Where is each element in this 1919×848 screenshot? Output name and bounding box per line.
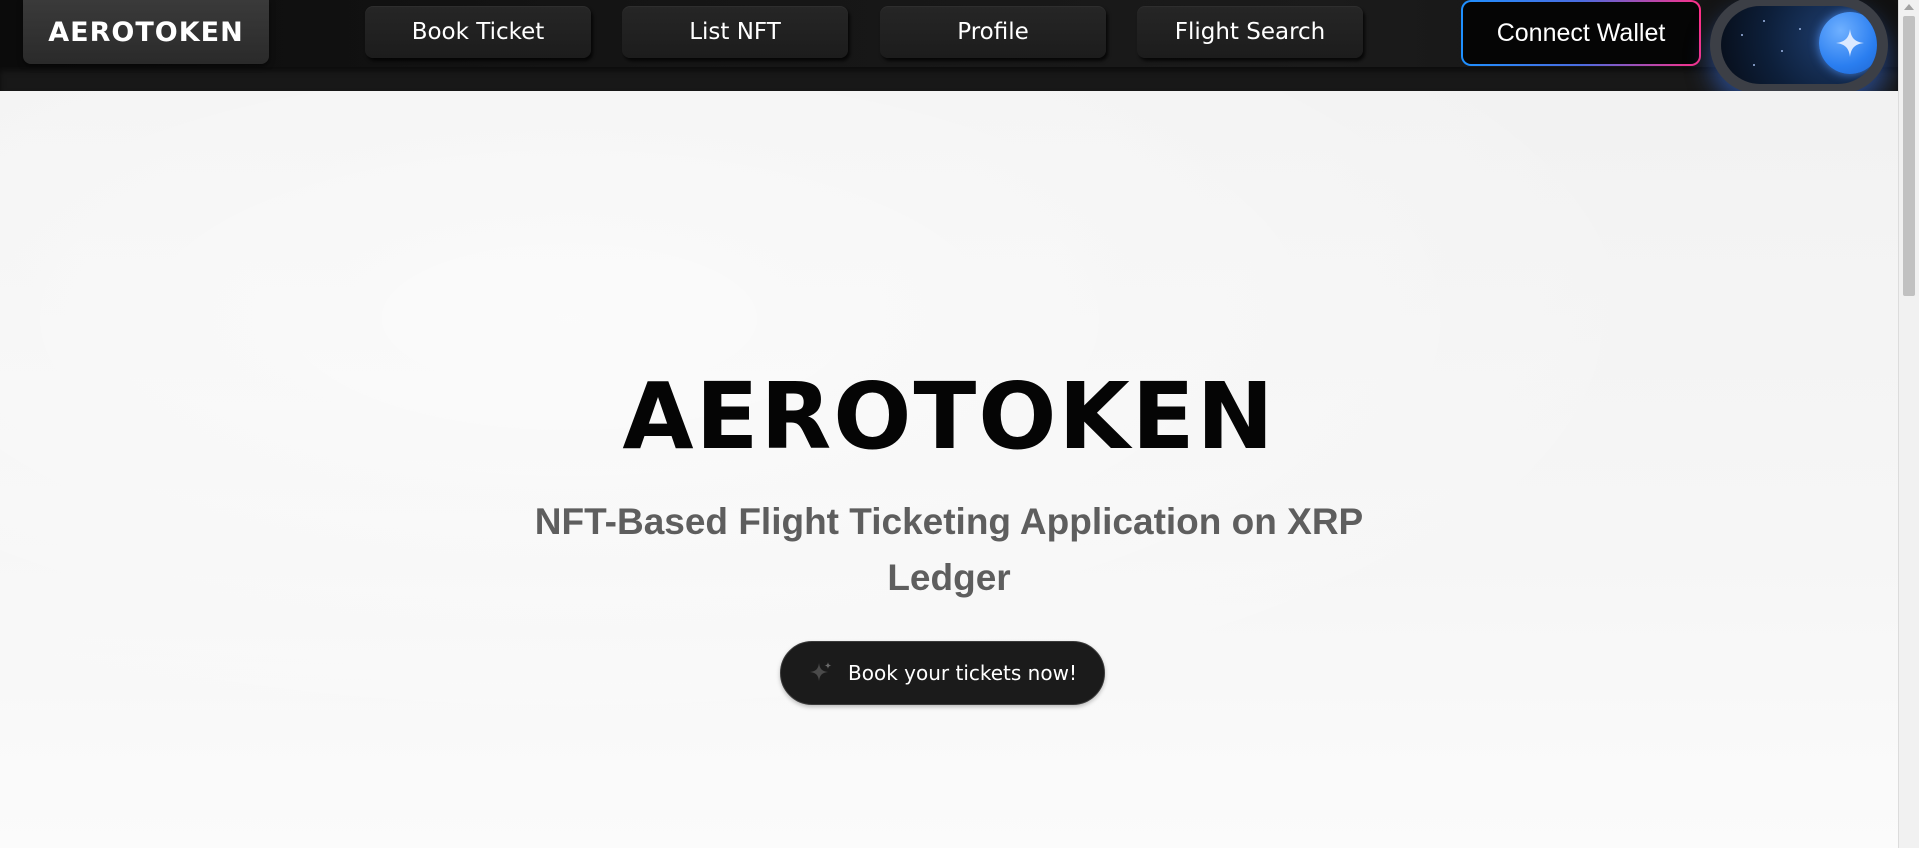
hero-section: AEROTOKEN NFT-Based Flight Ticketing App… (0, 91, 1898, 848)
app-window: AEROTOKEN Book Ticket List NFT Profile F… (0, 0, 1919, 848)
star-dot (1741, 34, 1743, 36)
scrollbar-thumb[interactable] (1903, 16, 1915, 296)
brand-logo[interactable]: AEROTOKEN (23, 0, 269, 64)
scroll-up-icon[interactable] (1904, 4, 1914, 10)
sparkle-icon (1836, 29, 1864, 57)
connect-wallet-label: Connect Wallet (1463, 2, 1699, 64)
theme-toggle[interactable] (1710, 0, 1888, 94)
nav-list-nft[interactable]: List NFT (622, 6, 848, 58)
theme-toggle-knob (1819, 12, 1877, 74)
navbar-bottom-strip (0, 67, 1898, 91)
page-scrollbar[interactable] (1898, 0, 1919, 848)
star-dot (1753, 64, 1755, 66)
theme-toggle-track (1721, 6, 1877, 84)
hero-subtitle: NFT-Based Flight Ticketing Application o… (534, 501, 1364, 598)
book-tickets-button[interactable]: Book your tickets now! (780, 641, 1105, 705)
book-tickets-label: Book your tickets now! (848, 661, 1077, 685)
navbar: AEROTOKEN Book Ticket List NFT Profile F… (0, 0, 1898, 94)
hero-title: AEROTOKEN (622, 363, 1276, 470)
nav-flight-search[interactable]: Flight Search (1137, 6, 1363, 58)
star-dot (1781, 50, 1783, 52)
star-dot (1763, 20, 1765, 22)
nav-book-ticket[interactable]: Book Ticket (365, 6, 591, 58)
sparkle-icon (808, 660, 834, 686)
nav-profile[interactable]: Profile (880, 6, 1106, 58)
connect-wallet-button[interactable]: Connect Wallet (1461, 0, 1701, 66)
star-dot (1799, 28, 1801, 30)
